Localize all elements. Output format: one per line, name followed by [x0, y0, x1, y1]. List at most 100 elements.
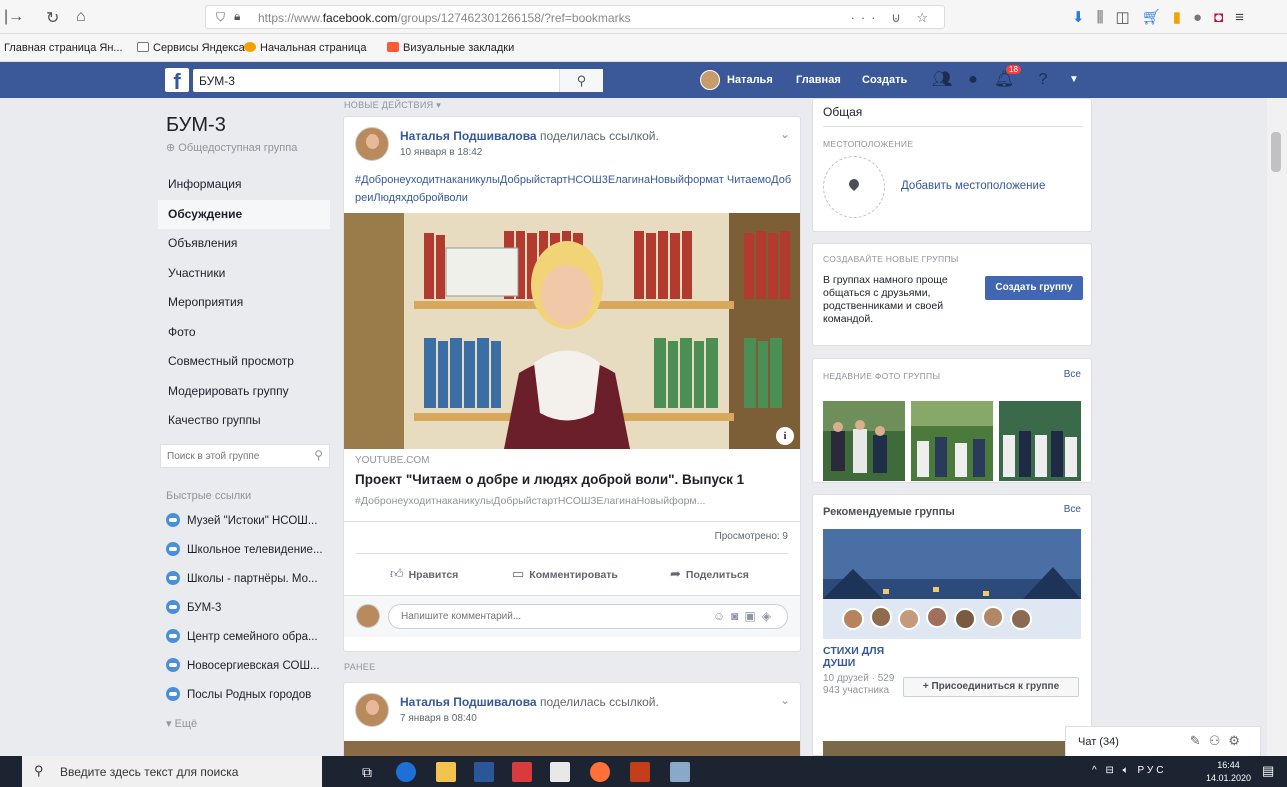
messenger-icon[interactable]: ●: [963, 70, 983, 90]
like-button[interactable]: 👍︎ Нравится: [390, 566, 458, 582]
comment-box[interactable]: ☺◙▣◈: [388, 604, 788, 629]
volume-icon[interactable]: 🔈︎: [1123, 765, 1132, 776]
quick-link[interactable]: Школьное телевидение...: [166, 536, 336, 565]
chevron-up-icon[interactable]: ^: [1092, 765, 1100, 776]
avatar[interactable]: [700, 70, 720, 90]
chevron-down-icon[interactable]: ⌄: [780, 693, 790, 707]
group-nav-members[interactable]: Участники: [158, 259, 330, 289]
cart-icon[interactable]: 🛒︎: [1142, 9, 1173, 26]
post-hashtags[interactable]: #ДобронеуходитнаканикулыДобрыйстартНСОШ3…: [355, 171, 795, 207]
address-bar[interactable]: ⛉ 🔒︎ https://www.facebook.com/groups/127…: [205, 5, 945, 29]
store-icon[interactable]: [474, 762, 494, 782]
chat-sidebar-bar[interactable]: Чат (34) ✎⚇⚙: [1065, 726, 1261, 756]
see-all-link[interactable]: Все: [1064, 504, 1081, 515]
join-group-button[interactable]: + Присоединиться к группе: [903, 677, 1079, 697]
ublock-icon[interactable]: ◘: [1214, 9, 1235, 26]
extension-icon[interactable]: ●: [1193, 9, 1214, 26]
quick-link[interactable]: БУМ-3: [166, 594, 336, 623]
facebook-search[interactable]: БУМ-3 ⚲: [193, 69, 603, 92]
recommended-group-cover[interactable]: [823, 741, 1081, 757]
pocket-icon[interactable]: ⊍: [891, 10, 907, 25]
sticker-icon[interactable]: ◈: [762, 609, 777, 623]
home-icon[interactable]: ⌂: [76, 8, 86, 26]
avatar[interactable]: [355, 693, 389, 727]
group-nav-moderate[interactable]: Модерировать группу: [158, 377, 330, 407]
post-author[interactable]: Наталья Подшивалова: [400, 695, 537, 709]
quick-link[interactable]: Школы - партнёры. Мо...: [166, 565, 336, 594]
help-icon[interactable]: ?: [1033, 70, 1053, 90]
notification-center-icon[interactable]: ▤: [1262, 763, 1274, 779]
see-more-link[interactable]: ▾ Ещё: [166, 710, 336, 739]
facebook-logo[interactable]: f: [165, 68, 189, 94]
profile-link[interactable]: Наталья: [727, 74, 773, 86]
reload-icon[interactable]: ↻: [46, 8, 59, 28]
group-photo[interactable]: [823, 401, 905, 481]
group-nav-events[interactable]: Мероприятия: [158, 288, 330, 318]
post-timestamp[interactable]: 7 января в 08:40: [400, 713, 477, 724]
page-actions-menu-icon[interactable]: ···: [851, 10, 882, 25]
taskbar-search[interactable]: ⚲ Введите здесь текст для поиска: [22, 756, 322, 787]
group-photo[interactable]: [911, 401, 993, 481]
task-view-icon[interactable]: ⧉: [357, 762, 377, 782]
post-timestamp[interactable]: 10 января в 18:42: [400, 147, 482, 158]
group-nav-watch-party[interactable]: Совместный просмотр: [158, 347, 330, 377]
group-nav-announcements[interactable]: Объявления: [158, 229, 330, 259]
camera-icon[interactable]: ◙: [731, 609, 744, 623]
bookmark-visual[interactable]: Визуальные закладки: [387, 42, 514, 54]
quick-link[interactable]: Центр семейного обра...: [166, 623, 336, 652]
bookmark-start-page[interactable]: Начальная страница: [244, 42, 366, 54]
shield-icon[interactable]: ⛉: [216, 10, 225, 25]
network-icon[interactable]: ⊟: [1105, 765, 1116, 776]
download-icon[interactable]: ⬇: [1072, 9, 1097, 26]
chat-label[interactable]: Чат (34): [1078, 736, 1119, 748]
gear-icon[interactable]: ⚙: [1228, 733, 1248, 748]
url-text[interactable]: https://www.facebook.com/groups/12746230…: [258, 11, 631, 25]
post-author[interactable]: Наталья Подшивалова: [400, 129, 537, 143]
lock-icon[interactable]: 🔒︎: [234, 9, 240, 24]
photos-icon[interactable]: [670, 762, 690, 782]
search-input[interactable]: БУМ-3: [199, 74, 235, 88]
group-nav-discussion[interactable]: Обсуждение: [158, 199, 330, 229]
recommended-group-cover[interactable]: [823, 529, 1081, 639]
quick-link[interactable]: Музей "Истоки" НСОШ...: [166, 507, 336, 536]
friends-icon[interactable]: 👥︎: [932, 70, 952, 90]
powerpoint-icon[interactable]: [630, 762, 650, 782]
file-explorer-icon[interactable]: [436, 762, 456, 782]
quick-link[interactable]: Новосергиевская СОШ...: [166, 652, 336, 681]
clock[interactable]: 16:44 14.01.2020: [1206, 759, 1251, 785]
bookmark-flag-icon[interactable]: ▮: [1173, 9, 1193, 26]
create-group-button[interactable]: Создать группу: [985, 276, 1083, 300]
forward-icon[interactable]: |→: [4, 8, 24, 26]
mail-icon[interactable]: [550, 762, 570, 782]
edge-icon[interactable]: [396, 762, 416, 782]
sidebar-icon[interactable]: ◫: [1115, 9, 1141, 26]
group-nav-photos[interactable]: Фото: [158, 318, 330, 348]
comment-button[interactable]: ▭ Комментировать: [512, 566, 618, 582]
chevron-down-icon[interactable]: ⌄: [780, 127, 790, 141]
menu-icon[interactable]: ≡: [1235, 9, 1256, 26]
group-title[interactable]: БУМ-3: [166, 114, 226, 137]
add-location-link[interactable]: Добавить местоположение: [901, 180, 1045, 192]
emoji-icon[interactable]: ☺: [713, 609, 731, 623]
group-nav-quality[interactable]: Качество группы: [158, 406, 330, 436]
language-indicator[interactable]: РУС: [1137, 765, 1166, 776]
new-activity-sort[interactable]: НОВЫЕ ДЕЙСТВИЯ ▾: [344, 100, 441, 111]
group-search[interactable]: ⚲: [160, 444, 330, 468]
share-button[interactable]: ➦ Поделиться: [670, 566, 749, 582]
group-search-input[interactable]: [161, 445, 296, 467]
avatar[interactable]: [355, 127, 389, 161]
bookmark-yandex-services[interactable]: Сервисы Яндекса: [137, 42, 245, 54]
taskbar-search-placeholder[interactable]: Введите здесь текст для поиска: [60, 765, 238, 779]
scrollbar-thumb[interactable]: [1271, 132, 1281, 172]
new-group-icon[interactable]: ⚇: [1209, 733, 1229, 748]
gif-icon[interactable]: ▣: [744, 609, 761, 623]
group-nav-info[interactable]: Информация: [158, 170, 330, 200]
link-preview-image[interactable]: i: [344, 213, 800, 449]
home-link[interactable]: Главная: [796, 74, 841, 86]
recommended-group-name[interactable]: СТИХИ ДЛЯ ДУШИ: [823, 645, 893, 669]
scrollbar[interactable]: [1267, 98, 1287, 756]
link-title[interactable]: Проект "Читаем о добре и людях доброй во…: [355, 472, 744, 487]
group-photo[interactable]: [999, 401, 1081, 481]
chevron-down-icon[interactable]: ▼: [1064, 70, 1084, 90]
app-icon[interactable]: [512, 762, 532, 782]
